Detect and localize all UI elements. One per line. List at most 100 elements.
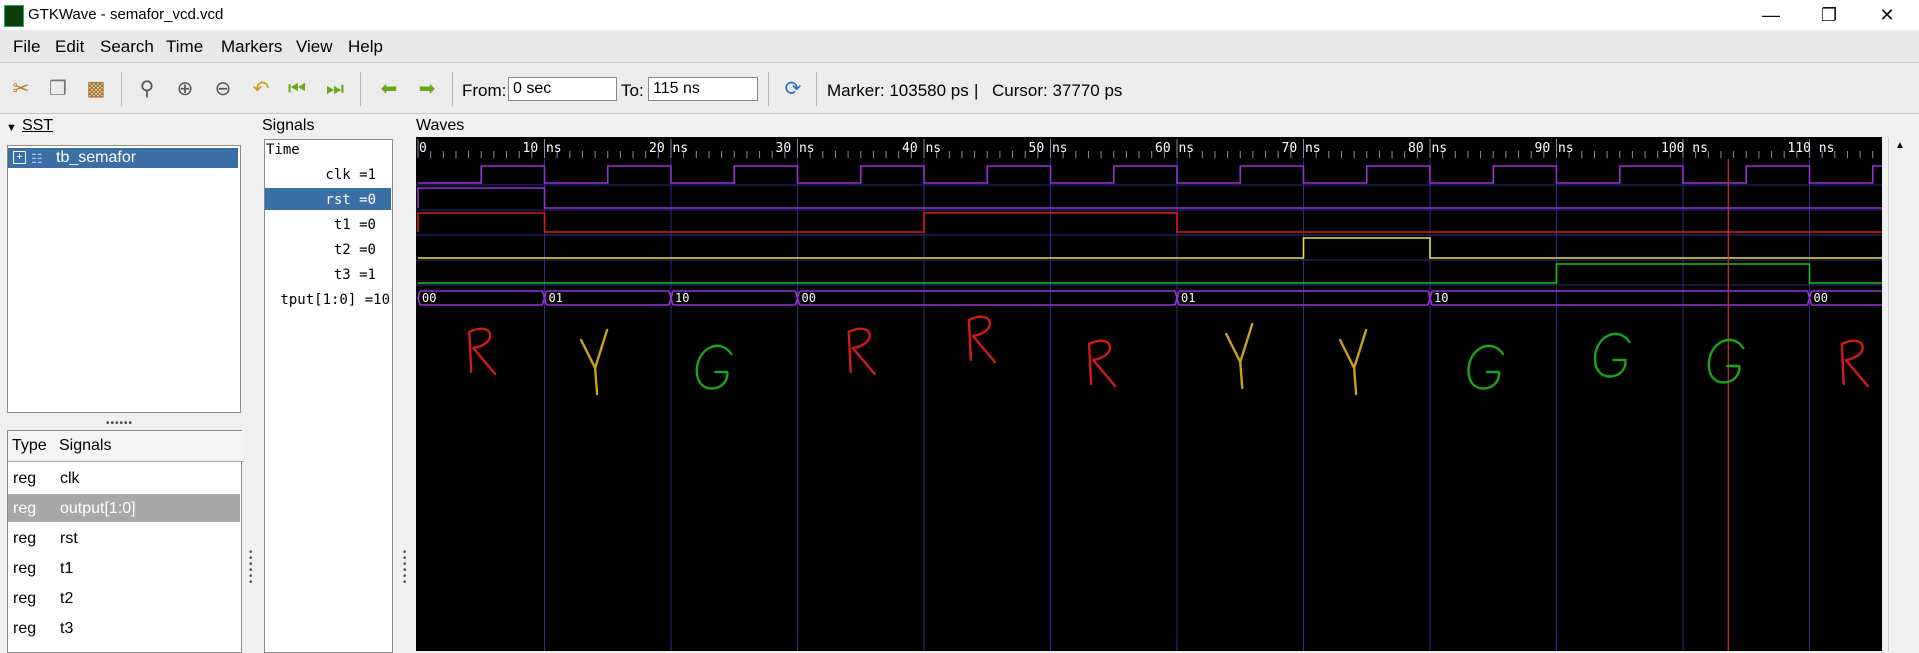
trace-clk	[418, 165, 1882, 184]
tree-item-label: tb_semafor	[56, 149, 137, 166]
row-type: reg	[13, 500, 37, 517]
to-label: To:	[621, 81, 644, 100]
bus-value-label: 00	[1814, 291, 1828, 305]
bus-segment	[1429, 290, 1811, 306]
zoom-to-end-icon[interactable]: ⏭	[322, 76, 348, 102]
row-type: reg	[13, 590, 37, 607]
trace-t3	[418, 263, 1882, 284]
menu-edit[interactable]: Edit	[55, 37, 84, 57]
time-label: 10 ns	[523, 141, 562, 156]
menu-file[interactable]: File	[13, 37, 40, 57]
gtkwave-app-icon	[4, 5, 24, 27]
toolbar-separator	[768, 72, 769, 106]
signal-t1[interactable]: t1 =0	[266, 217, 376, 233]
window-title: GTKWave - semafor_vcd.vcd	[28, 6, 224, 23]
table-row-t3[interactable]: t3	[60, 620, 73, 638]
bus-value-label: 00	[802, 291, 816, 305]
menu-time[interactable]: Time	[166, 37, 203, 57]
table-row-rst[interactable]: rst	[60, 530, 78, 548]
waves-pane-title: Waves	[416, 117, 465, 134]
signal-rst[interactable]: rst =0	[266, 192, 376, 208]
maximize-button[interactable]: ❐	[1800, 0, 1858, 30]
zoom-fit-icon[interactable]: ⚲	[134, 76, 160, 102]
waves-vertical-scrollbar[interactable]	[1888, 137, 1915, 651]
time-label: 80 ns	[1408, 141, 1447, 156]
module-hierarchy-icon: ☷	[31, 151, 43, 166]
undo-zoom-icon[interactable]: ↶	[248, 76, 274, 102]
prev-edge-icon[interactable]: ⬅	[376, 76, 402, 102]
table-row-t1[interactable]: t1	[60, 560, 73, 578]
toolbar-separator	[360, 72, 361, 106]
close-window-button[interactable]: ✕	[1858, 0, 1916, 30]
handwritten-Y-annotation	[1338, 328, 1368, 396]
menu-view[interactable]: View	[296, 37, 333, 57]
sst-signals-table	[7, 430, 242, 653]
time-label: 40 ns	[902, 141, 941, 156]
waveform-canvas[interactable]: 0 10 ns 20 ns 30 ns 40 ns 50 ns 60 ns 70 ns 80 n…	[416, 137, 1882, 651]
table-row-clk[interactable]: clk	[60, 470, 80, 488]
handwritten-G-annotation	[1707, 338, 1745, 384]
zoom-to-start-icon[interactable]: ⏮	[284, 76, 310, 102]
time-label: 90 ns	[1535, 141, 1574, 156]
time-label: 0	[419, 141, 427, 156]
trace-rst	[417, 187, 1882, 209]
handwritten-R-annotation	[1087, 339, 1117, 388]
signal-clk[interactable]: clk =1	[266, 167, 376, 183]
bus-value-label: 10	[675, 291, 689, 305]
handwritten-R-annotation	[847, 327, 876, 376]
column-header-type[interactable]: Type	[8, 431, 59, 462]
sst-collapse-icon[interactable]: ▼	[6, 122, 17, 134]
marker-readout: Marker: 103580 ps	[827, 81, 969, 100]
minimize-button[interactable]: —	[1742, 0, 1800, 30]
sst-tree-view[interactable]	[7, 145, 241, 413]
signal-output-bus[interactable]: tput[1:0] =10	[266, 292, 390, 308]
toolbar-separator	[121, 72, 122, 106]
next-edge-icon[interactable]: ➡	[414, 76, 440, 102]
menu-markers[interactable]: Markers	[221, 37, 282, 57]
time-label: 110 ns	[1788, 141, 1835, 156]
cursor-readout: Cursor: 37770 ps	[992, 81, 1123, 100]
table-row-output[interactable]: output[1:0]	[60, 500, 136, 518]
handwritten-Y-annotation	[1225, 322, 1254, 390]
from-time-input[interactable]	[508, 77, 617, 101]
time-header: Time	[266, 142, 300, 158]
pane-splitter-handle[interactable]: ••••••	[106, 418, 133, 429]
signal-t3[interactable]: t3 =1	[266, 267, 376, 283]
zoom-out-icon[interactable]: ⊖	[210, 76, 236, 102]
toolbar-separator	[816, 72, 817, 106]
zoom-in-icon[interactable]: ⊕	[172, 76, 198, 102]
copy-icon[interactable]: ❐	[45, 76, 71, 102]
pane-splitter-handle[interactable]: ••••••	[249, 548, 253, 588]
paste-icon[interactable]: ▩	[83, 76, 109, 102]
bus-value-label: 01	[549, 291, 563, 305]
signal-t2[interactable]: t2 =0	[266, 242, 376, 258]
trace-t2	[418, 237, 1882, 259]
from-label: From:	[462, 81, 507, 100]
menu-help[interactable]: Help	[348, 37, 383, 57]
menu-search[interactable]: Search	[100, 37, 154, 57]
handwritten-R-annotation	[967, 315, 997, 364]
scroll-up-arrow-icon[interactable]: ▲	[1895, 140, 1905, 151]
column-header-signals[interactable]: Signals	[55, 431, 244, 462]
bus-segment	[543, 290, 672, 306]
pane-splitter-handle[interactable]: ••••••	[403, 548, 407, 588]
row-type: reg	[13, 560, 37, 577]
table-row-t2[interactable]: t2	[60, 590, 73, 608]
bus-value-label: 01	[1181, 291, 1195, 305]
to-time-input[interactable]	[648, 77, 758, 101]
time-label: 30 ns	[776, 141, 815, 156]
bus-segment	[796, 290, 1178, 306]
time-label: 100 ns	[1661, 141, 1708, 156]
menu-bar	[0, 30, 1919, 63]
handwritten-Y-annotation	[579, 328, 609, 396]
cut-icon[interactable]: ✂	[8, 76, 34, 102]
time-label: 50 ns	[1029, 141, 1068, 156]
time-label: 70 ns	[1282, 141, 1321, 156]
title-bar	[0, 0, 1919, 30]
reload-icon[interactable]: ⟳	[780, 76, 806, 102]
trace-t1	[417, 212, 1882, 233]
tree-expand-icon[interactable]: +	[13, 151, 26, 164]
readout-separator: |	[974, 81, 979, 100]
bus-segment	[670, 290, 799, 306]
bus-segment	[417, 290, 546, 306]
